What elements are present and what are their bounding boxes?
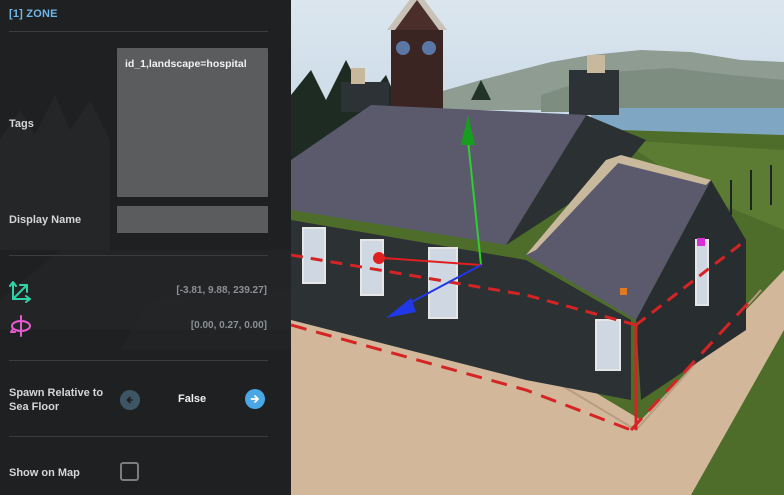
panel-title: [1] ZONE [9, 8, 58, 20]
divider [9, 436, 268, 437]
show-on-map-label: Show on Map [9, 467, 80, 479]
tags-label: Tags [9, 118, 34, 130]
arrow-left-icon [126, 396, 133, 404]
position-value: [-3.81, 9.88, 239.27] [176, 285, 267, 296]
spawn-relative-value: False [178, 393, 207, 405]
rotation-handle[interactable] [697, 238, 705, 246]
arrow-right-icon [250, 395, 259, 403]
divider [9, 255, 268, 256]
spawn-relative-label: Spawn Relative to Sea Floor [9, 387, 104, 413]
toggle-previous-button[interactable] [120, 390, 140, 410]
show-on-map-checkbox[interactable] [120, 462, 139, 481]
display-name-label: Display Name [9, 214, 82, 226]
toggle-next-button[interactable] [245, 389, 265, 409]
rotate-icon[interactable] [9, 314, 33, 338]
scene-viewport[interactable] [291, 0, 784, 495]
x-axis-handle[interactable] [373, 252, 385, 264]
display-name-input[interactable] [117, 206, 268, 233]
rotation-value: [0.00, 0.27, 0.00] [190, 320, 267, 331]
divider [9, 360, 268, 361]
tags-textarea[interactable]: id_1,landscape=hospital [117, 48, 268, 197]
move-axes-icon[interactable] [9, 279, 33, 303]
divider [9, 31, 268, 32]
scene-render[interactable] [291, 0, 784, 495]
scale-handle[interactable] [620, 288, 627, 295]
inspector-panel: [1] ZONE Tags id_1,landscape=hospital Di… [0, 0, 291, 495]
